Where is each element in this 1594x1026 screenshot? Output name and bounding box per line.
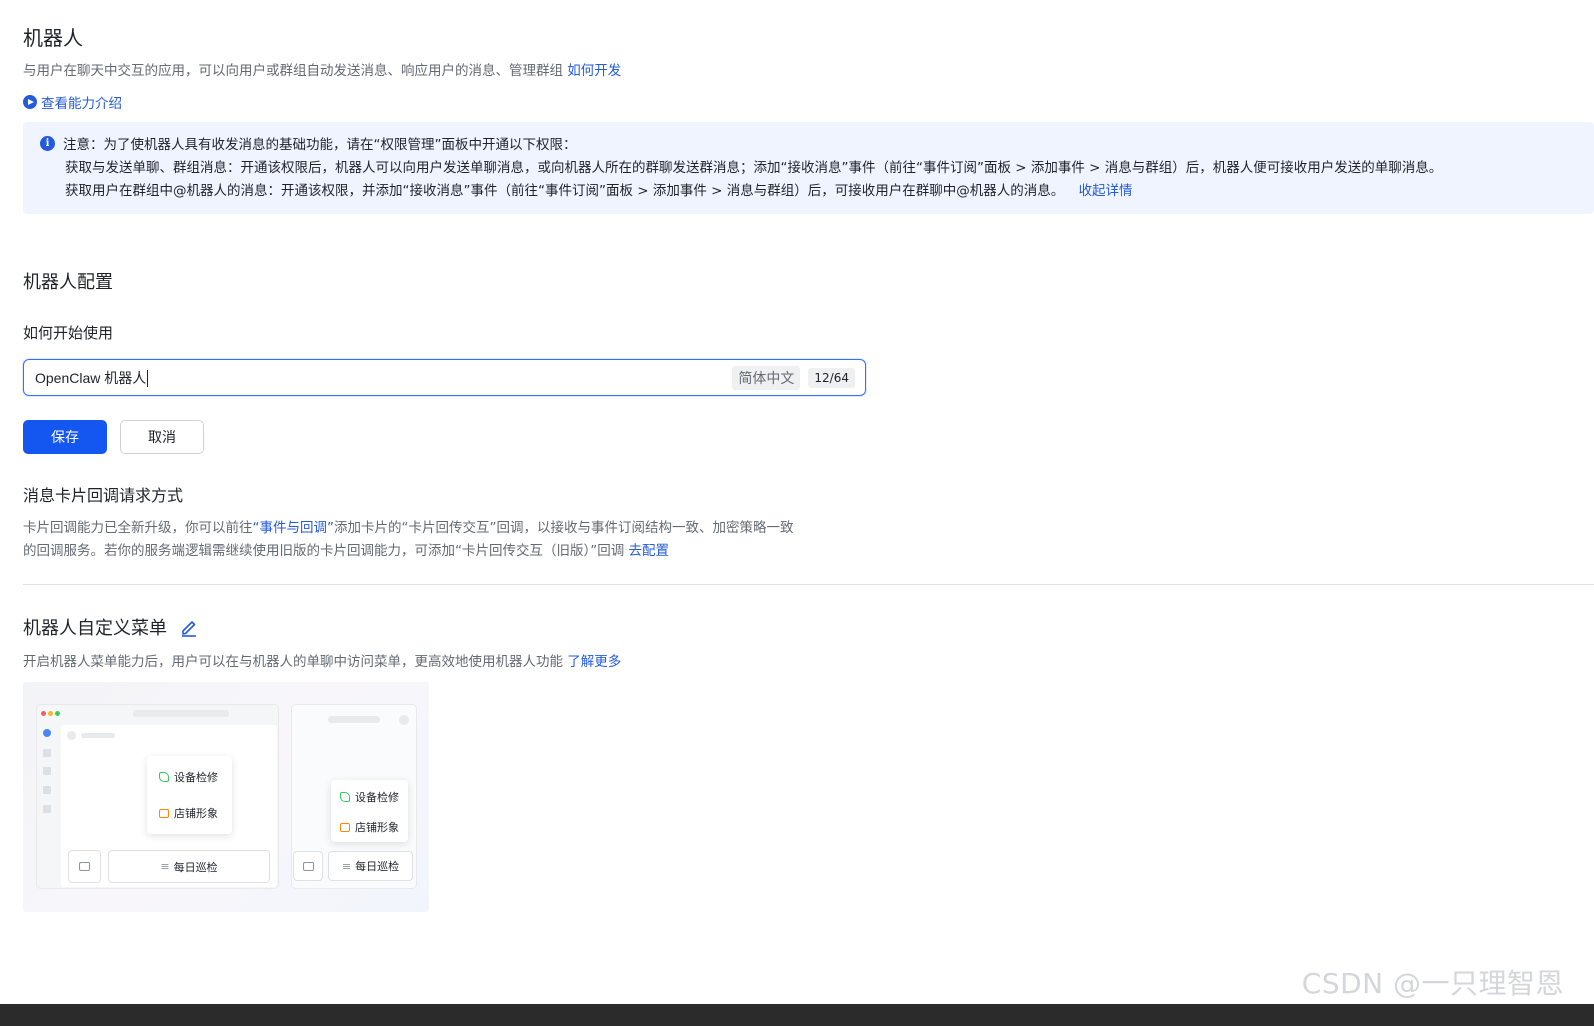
how-to-develop-link[interactable]: 如何开发: [567, 63, 621, 79]
custom-menu-title: 机器人自定义菜单: [23, 618, 167, 639]
play-circle-icon: [23, 95, 37, 109]
notice-paragraph-2-text: 获取用户在群组中@机器人的消息：开通该权限，并添加“接收消息”事件（前往“事件订…: [65, 183, 1065, 199]
custom-menu-desc-text: 开启机器人菜单能力后，用户可以在与机器人的单聊中访问菜单，更高效地使用机器人功能: [23, 654, 563, 670]
how-to-start-label: 如何开始使用: [23, 324, 114, 342]
menu-lines-icon: ≡: [160, 860, 170, 873]
app-logo-icon: [43, 729, 51, 737]
desktop-preview-window: 设备检修 店铺形象 ≡ 每日巡检: [36, 704, 279, 889]
wrench-icon: [340, 792, 350, 802]
sidebar-square: [43, 767, 51, 775]
menu-popup-item: 店铺形象: [340, 819, 408, 835]
learn-more-link[interactable]: 了解更多: [567, 654, 621, 670]
wrench-icon: [159, 772, 169, 782]
go-configure-link[interactable]: 去配置: [629, 543, 670, 559]
window-dot-green: [55, 711, 60, 716]
callback-text-a: 卡片回调能力已全新升级，你可以前往: [23, 520, 253, 536]
card-callback-desc-line2: 的回调服务。若你的服务端逻辑需继续使用旧版的卡片回调能力，可添加“卡片回传交互（…: [23, 539, 669, 559]
callback-text-c: 的回调服务。若你的服务端逻辑需继续使用旧版的卡片回调能力，可添加“卡片回传交互（…: [23, 543, 625, 559]
bot-button: [68, 850, 101, 883]
window-dot-red: [41, 711, 46, 716]
sidebar-square: [43, 805, 51, 813]
text-caret: [147, 370, 149, 388]
how-to-start-input[interactable]: OpenClaw 机器人 简体中文 12/64: [23, 359, 866, 396]
robot-icon: [302, 861, 314, 871]
custom-menu-desc: 开启机器人菜单能力后，用户可以在与机器人的单聊中访问菜单，更高效地使用机器人功能…: [23, 650, 621, 670]
info-icon: i: [40, 135, 55, 151]
callback-text-b: 添加卡片的“卡片回传交互”回调，以接收与事件订阅结构一致、加密策略一致: [334, 520, 794, 536]
notice-paragraph-2: 获取用户在群组中@机器人的消息：开通该权限，并添加“接收消息”事件（前往“事件订…: [40, 183, 1578, 199]
event-callback-link[interactable]: “事件与回调”: [253, 520, 335, 536]
menu-popup-item: 设备检修: [340, 789, 408, 805]
custom-menu-title-row: 机器人自定义菜单: [23, 614, 199, 640]
skeleton-bar: [328, 716, 380, 723]
notice-heading: i 注意：为了使机器人具有收发消息的基础功能，请在“权限管理”面板中开通以下权限…: [40, 133, 1578, 153]
sidebar-square: [43, 749, 51, 757]
store-icon: [159, 808, 169, 818]
char-count: 12/64: [808, 367, 855, 388]
menu-bar-button: ≡ 每日巡检: [108, 850, 270, 883]
skeleton-bar: [81, 733, 115, 738]
page-title: 机器人: [23, 26, 83, 50]
edit-pencil-icon[interactable]: [179, 617, 199, 637]
page-subtitle: 与用户在聊天中交互的应用，可以向用户或群组自动发送消息、响应用户的消息、管理群组…: [23, 59, 621, 79]
store-icon: [340, 822, 350, 832]
notice-paragraph-1: 获取与发送单聊、群组消息：开通该权限后，机器人可以向用户发送单聊消息，或向机器人…: [65, 160, 1443, 176]
bot-config-title: 机器人配置: [23, 272, 113, 293]
save-button[interactable]: 保存: [23, 420, 107, 454]
robot-icon: [79, 862, 90, 871]
menu-popup-item: 设备检修: [159, 769, 232, 785]
input-value[interactable]: OpenClaw 机器人: [35, 368, 732, 388]
card-callback-title: 消息卡片回调请求方式: [23, 486, 184, 505]
view-capability-intro-link[interactable]: 查看能力介绍: [23, 92, 122, 112]
bot-settings-page: 机器人 与用户在聊天中交互的应用，可以向用户或群组自动发送消息、响应用户的消息、…: [23, 0, 1594, 1026]
skeleton-avatar: [67, 731, 76, 740]
skeleton-bar: [133, 710, 229, 717]
language-tag[interactable]: 简体中文: [732, 365, 801, 390]
intro-link-label: 查看能力介绍: [41, 96, 122, 112]
bot-button: [293, 851, 323, 881]
subtitle-text: 与用户在聊天中交互的应用，可以向用户或群组自动发送消息、响应用户的消息、管理群组: [23, 63, 563, 79]
card-callback-desc-line1: 卡片回调能力已全新升级，你可以前往“事件与回调”添加卡片的“卡片回传交互”回调，…: [23, 516, 794, 536]
permission-notice: i 注意：为了使机器人具有收发消息的基础功能，请在“权限管理”面板中开通以下权限…: [23, 122, 1594, 214]
section-divider: [23, 584, 1594, 585]
window-dot-yellow: [48, 711, 53, 716]
notice-heading-text: 注意：为了使机器人具有收发消息的基础功能，请在“权限管理”面板中开通以下权限：: [63, 137, 577, 153]
menu-popup: 设备检修 店铺形象: [147, 756, 232, 834]
mobile-preview-window: 设备检修 店铺形象 ≡ 每日巡检: [291, 704, 417, 889]
cancel-button[interactable]: 取消: [120, 420, 204, 454]
bottom-taskbar: [0, 1004, 1594, 1026]
csdn-watermark: CSDN @一只理智恩: [1301, 967, 1564, 1000]
skeleton-avatar: [399, 715, 409, 725]
sidebar-square: [43, 786, 51, 794]
collapse-details-link[interactable]: 收起详情: [1079, 183, 1133, 199]
menu-preview-image: 设备检修 店铺形象 ≡ 每日巡检 设备检修 店铺形象 ≡ 每日巡检: [23, 682, 429, 912]
menu-lines-icon: ≡: [341, 859, 352, 873]
menu-bar-button: ≡ 每日巡检: [328, 851, 413, 881]
menu-popup: 设备检修 店铺形象: [331, 780, 408, 842]
menu-popup-item: 店铺形象: [159, 805, 232, 821]
